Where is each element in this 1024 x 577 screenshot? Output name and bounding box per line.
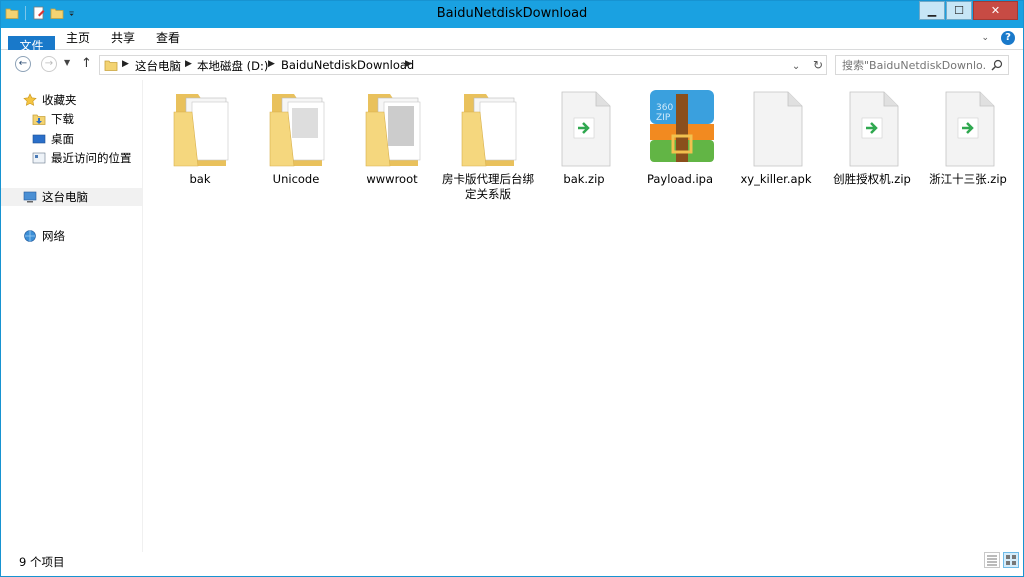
explorer-window: BaiduNetdiskDownload ▁ ☐ ✕ 文件 主页 共享 查看 ⌄… (0, 0, 1024, 577)
content-area: 收藏夹 下载 桌面 最近访问的位置 这台电脑 网络 bak Unicode ww… (1, 80, 1023, 552)
search-box (835, 55, 1009, 75)
breadcrumb-separator-icon[interactable]: ▶ (185, 59, 192, 69)
nav-recent-places-label: 最近访问的位置 (51, 151, 132, 165)
item-count: 9 个项目 (19, 555, 65, 569)
file-name: bak (189, 172, 211, 186)
up-arrow-icon[interactable]: ↑ (81, 56, 92, 71)
breadcrumb-separator-icon[interactable]: ▶ (405, 59, 412, 69)
nav-downloads-label: 下载 (51, 112, 74, 126)
nav-network-label: 网络 (42, 229, 65, 243)
nav-this-pc[interactable]: 这台电脑 (1, 188, 142, 206)
refresh-icon[interactable]: ↻ (813, 58, 823, 72)
help-icon[interactable]: ? (1001, 31, 1015, 45)
computer-icon (23, 191, 37, 203)
zip-file-icon (945, 91, 995, 167)
breadcrumb-separator-icon[interactable]: ▶ (122, 59, 129, 69)
tab-home[interactable]: 主页 (63, 28, 93, 49)
status-bar: 9 个项目 (1, 552, 1023, 576)
recent-places-icon (32, 152, 46, 164)
tab-share[interactable]: 共享 (108, 28, 138, 49)
file-name: Payload.ipa (646, 172, 714, 186)
navigation-bar: ← → ▼ ↑ ▶ 这台电脑 ▶ 本地磁盘 (D:) ▶ BaiduNetdis… (1, 50, 1023, 80)
file-list: bak Unicode wwwroot 房卡版代理后台绑定关系版 bak.zip… (143, 80, 1023, 552)
file-icon (753, 91, 803, 167)
nav-network[interactable]: 网络 (1, 227, 142, 245)
folder-icon (365, 94, 421, 167)
ribbon-tabs: 文件 主页 共享 查看 ⌄ ? (1, 28, 1023, 57)
close-button[interactable]: ✕ (973, 1, 1018, 20)
address-history-chevron-icon[interactable]: ⌄ (792, 61, 800, 72)
title-bar[interactable]: BaiduNetdiskDownload ▁ ☐ ✕ (1, 1, 1023, 28)
breadcrumb-local-disk[interactable]: 本地磁盘 (D:) (197, 58, 268, 74)
zip-file-icon (561, 91, 611, 167)
breadcrumb-separator-icon[interactable]: ▶ (268, 59, 275, 69)
back-arrow-icon[interactable]: ← (15, 56, 31, 72)
folder-icon (461, 94, 517, 167)
nav-desktop-label: 桌面 (51, 132, 74, 146)
search-icon[interactable] (991, 59, 1003, 71)
folder-icon (104, 60, 118, 71)
file-name: 房卡版代理后台绑定关系版 (442, 172, 534, 201)
svg-text:360: 360 (656, 103, 673, 113)
recent-locations-chevron-icon[interactable]: ▼ (64, 58, 70, 67)
nav-desktop[interactable]: 桌面 (1, 130, 142, 148)
navigation-pane: 收藏夹 下载 桌面 最近访问的位置 这台电脑 网络 (1, 80, 143, 552)
zip-file-icon (849, 91, 899, 167)
tab-view[interactable]: 查看 (153, 28, 183, 49)
nav-favorites[interactable]: 收藏夹 (1, 91, 142, 109)
star-icon (23, 93, 37, 106)
breadcrumb-current-folder[interactable]: BaiduNetdiskDownload (281, 58, 414, 72)
file-name: wwwroot (366, 172, 418, 186)
view-buttons (984, 552, 1019, 568)
nav-recent-places[interactable]: 最近访问的位置 (1, 149, 142, 167)
svg-text:ZIP: ZIP (656, 113, 671, 123)
nav-this-pc-label: 这台电脑 (42, 190, 88, 204)
details-view-icon[interactable] (984, 552, 1000, 568)
file-name: 创胜授权机.zip (833, 172, 911, 186)
address-controls: ⌄ ↻ (792, 58, 823, 72)
expand-ribbon-chevron-icon[interactable]: ⌄ (981, 33, 989, 43)
window-title: BaiduNetdiskDownload (436, 6, 588, 21)
large-icons-view-icon[interactable] (1003, 552, 1019, 568)
file-name: xy_killer.apk (740, 172, 812, 186)
address-bar[interactable]: ▶ 这台电脑 ▶ 本地磁盘 (D:) ▶ BaiduNetdiskDownloa… (99, 55, 827, 75)
network-icon (24, 230, 36, 242)
search-input[interactable] (842, 57, 987, 73)
folder-icon (173, 94, 229, 167)
file-name: 浙江十三张.zip (929, 172, 1007, 186)
maximize-button[interactable]: ☐ (946, 1, 972, 20)
archive-360zip-icon: 360 ZIP (650, 90, 714, 162)
desktop-icon (32, 134, 46, 144)
nav-favorites-label: 收藏夹 (42, 93, 77, 107)
downloads-folder-icon (32, 114, 46, 125)
breadcrumb-this-pc[interactable]: 这台电脑 (135, 58, 181, 74)
minimize-button[interactable]: ▁ (919, 1, 945, 20)
folder-icon (269, 94, 325, 167)
file-name: bak.zip (563, 172, 605, 186)
file-name: Unicode (272, 172, 320, 186)
forward-arrow-icon[interactable]: → (41, 56, 57, 72)
nav-downloads[interactable]: 下载 (1, 110, 142, 128)
window-controls: ▁ ☐ ✕ (919, 1, 1018, 20)
